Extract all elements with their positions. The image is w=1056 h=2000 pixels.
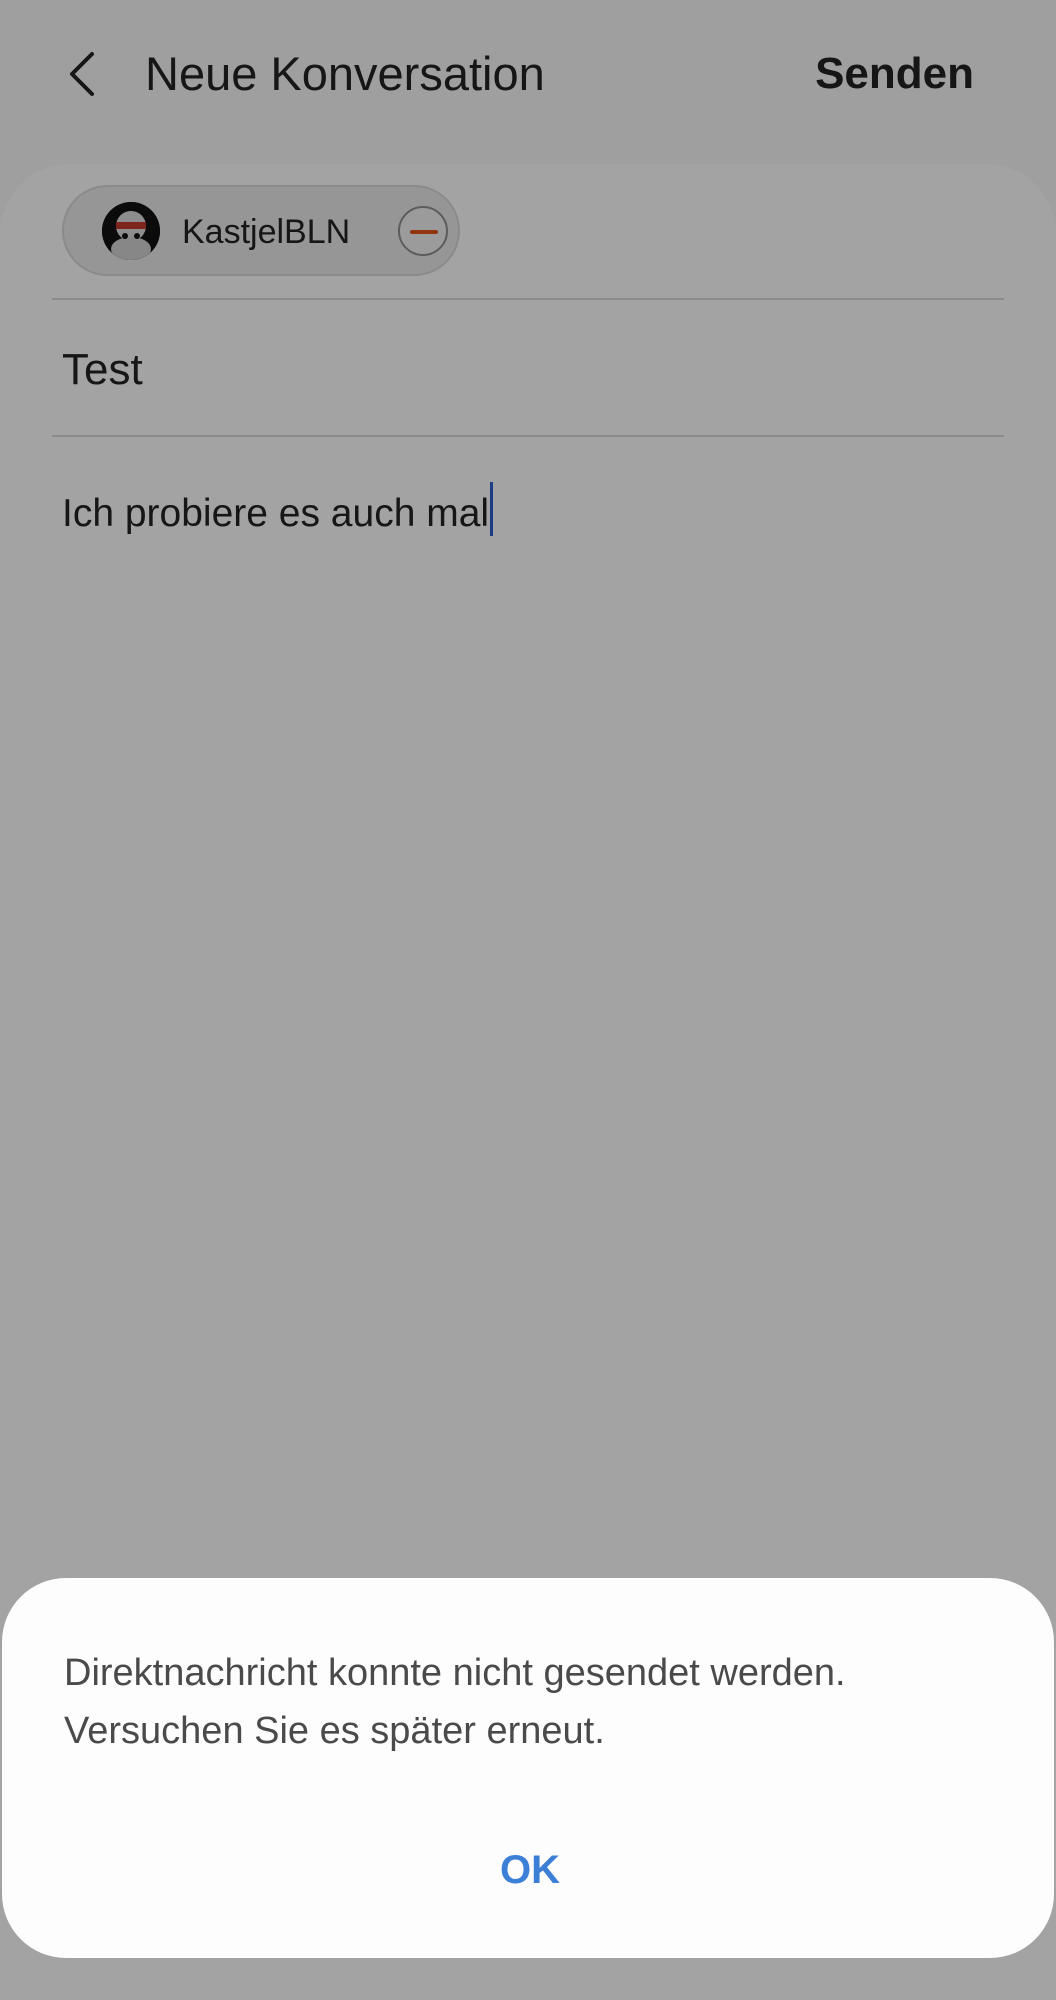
dialog-message: Direktnachricht konnte nicht gesendet we…: [64, 1644, 994, 1760]
error-dialog: Direktnachricht konnte nicht gesendet we…: [2, 1578, 1054, 1958]
ok-button[interactable]: OK: [452, 1830, 608, 1910]
dialog-message-line-2: Versuchen Sie es später erneut.: [64, 1710, 605, 1752]
dialog-message-line-1: Direktnachricht konnte nicht gesendet we…: [64, 1652, 846, 1694]
